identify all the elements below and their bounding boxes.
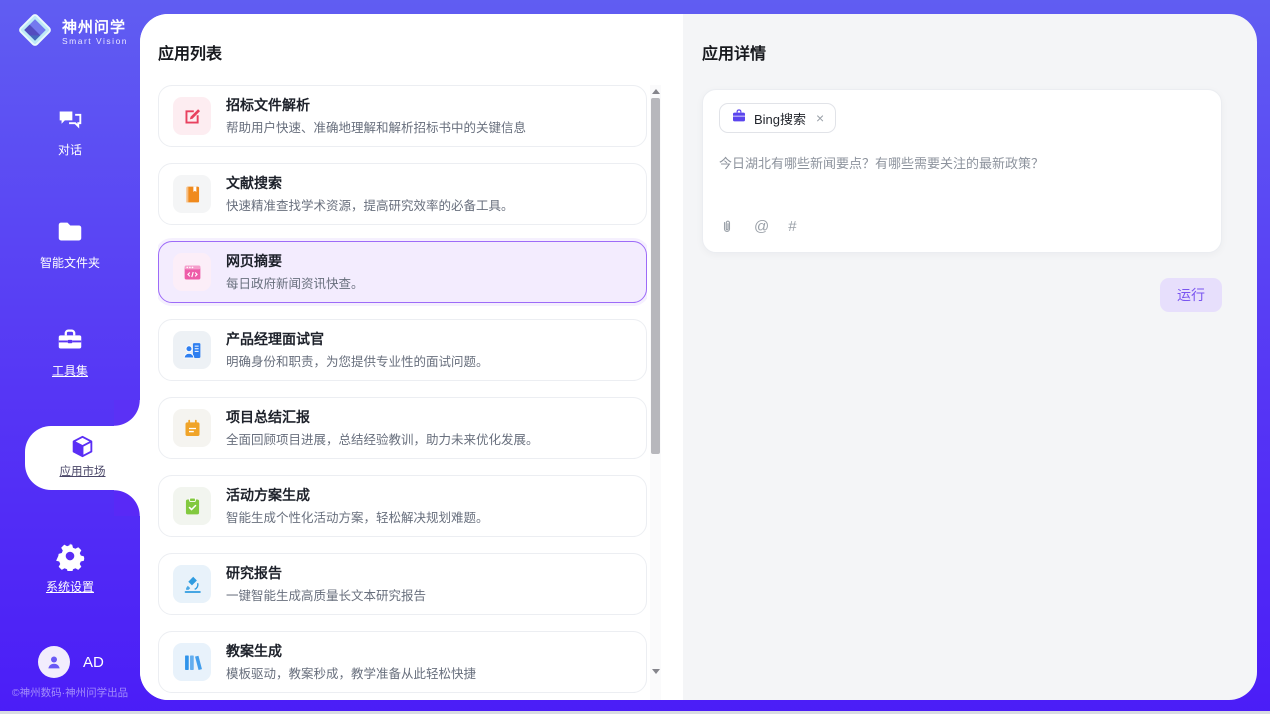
tool-tag-label: Bing搜索 — [754, 109, 806, 128]
sidebar-item-2[interactable]: 工具集 — [0, 324, 140, 379]
prompt-card: Bing搜索 × 今日湖北有哪些新闻要点？有哪些需要关注的最新政策？ @# — [702, 89, 1222, 253]
book-icon — [173, 175, 211, 213]
clipboard-icon — [173, 487, 211, 525]
sidebar-item-label: 应用市场 — [25, 463, 140, 479]
pen-icon — [173, 97, 211, 135]
research-icon — [173, 565, 211, 603]
app-card-3[interactable]: 产品经理面试官 明确身份和职责，为您提供专业性的面试问题。 — [158, 319, 647, 381]
app-list-title: 应用列表 — [158, 40, 683, 64]
app-description: 帮助用户快速、准确地理解和解析招标书中的关键信息 — [226, 117, 526, 136]
user-initials: AD — [83, 654, 104, 671]
app-description: 智能生成个性化活动方案，轻松解决规划难题。 — [226, 507, 489, 526]
interviewer-icon — [173, 331, 211, 369]
tool-tag-bing-search[interactable]: Bing搜索 × — [719, 103, 836, 133]
composer-toolbar: @# — [719, 218, 1205, 239]
sidebar-item-3[interactable]: 应用市场 — [25, 426, 140, 490]
scroll-up-arrow-icon[interactable] — [651, 87, 660, 96]
app-description: 全面回顾项目进展，总结经验教训，助力未来优化发展。 — [226, 429, 539, 448]
scrollbar-thumb[interactable] — [651, 98, 660, 454]
app-title: 项目总结汇报 — [226, 409, 539, 425]
sidebar-item-1[interactable]: 智能文件夹 — [0, 216, 140, 271]
run-row: 运行 — [702, 278, 1222, 312]
app-detail-panel: 应用详情 Bing搜索 × 今日湖北有哪些新闻要点？有哪些需要关注的最新政策？ … — [683, 14, 1257, 700]
app-list-panel: 应用列表 招标文件解析 帮助用户快速、准确地理解和解析招标书中的关键信息 文献搜… — [140, 14, 683, 700]
sidebar: 神州问学 Smart Vision 对话 智能文件夹 工具集 应用市场 系统设置… — [0, 0, 140, 711]
scrollbar[interactable] — [650, 85, 661, 700]
app-card-6[interactable]: 研究报告 一键智能生成高质量长文本研究报告 — [158, 553, 647, 615]
brand-logo: 神州问学 Smart Vision — [16, 11, 128, 54]
app-title: 研究报告 — [226, 565, 426, 581]
chat-icon — [0, 103, 140, 135]
books-icon — [173, 643, 211, 681]
app-card-7[interactable]: 教案生成 模板驱动，教案秒成，教学准备从此轻松快捷 — [158, 631, 647, 693]
sidebar-item-0[interactable]: 对话 — [0, 103, 140, 158]
mention-icon[interactable]: @ — [754, 218, 769, 235]
briefcase-icon — [731, 108, 747, 129]
scroll-down-arrow-icon[interactable] — [651, 667, 660, 676]
app-card-0[interactable]: 招标文件解析 帮助用户快速、准确地理解和解析招标书中的关键信息 — [158, 85, 647, 147]
brand-name: 神州问学 — [62, 19, 128, 36]
brand-subtitle: Smart Vision — [62, 36, 128, 46]
person-icon — [45, 653, 63, 671]
report-icon — [173, 409, 211, 447]
app-description: 模板驱动，教案秒成，教学准备从此轻松快捷 — [226, 663, 476, 682]
sidebar-item-label: 智能文件夹 — [0, 254, 140, 271]
sidebar-item-label: 系统设置 — [0, 578, 140, 595]
app-card-1[interactable]: 文献搜索 快速精准查找学术资源，提高研究效率的必备工具。 — [158, 163, 647, 225]
app-title: 文献搜索 — [226, 175, 514, 191]
avatar — [38, 646, 70, 678]
app-list: 招标文件解析 帮助用户快速、准确地理解和解析招标书中的关键信息 文献搜索 快速精… — [158, 85, 647, 700]
cube-icon — [25, 431, 140, 461]
app-title: 招标文件解析 — [226, 97, 526, 113]
app-description: 每日政府新闻资讯快查。 — [226, 273, 364, 292]
app-description: 明确身份和职责，为您提供专业性的面试问题。 — [226, 351, 489, 370]
query-text[interactable]: 今日湖北有哪些新闻要点？有哪些需要关注的最新政策？ — [719, 153, 1205, 172]
app-description: 快速精准查找学术资源，提高研究效率的必备工具。 — [226, 195, 514, 214]
toolbox-icon — [0, 324, 140, 356]
attach-icon[interactable] — [719, 219, 735, 235]
app-description: 一键智能生成高质量长文本研究报告 — [226, 585, 426, 604]
app-card-5[interactable]: 活动方案生成 智能生成个性化活动方案，轻松解决规划难题。 — [158, 475, 647, 537]
app-detail-title: 应用详情 — [702, 40, 1222, 64]
sidebar-item-label: 对话 — [0, 141, 140, 158]
app-title: 产品经理面试官 — [226, 331, 489, 347]
app-title: 活动方案生成 — [226, 487, 489, 503]
main-content: 应用列表 招标文件解析 帮助用户快速、准确地理解和解析招标书中的关键信息 文献搜… — [140, 14, 1257, 700]
folder-icon — [0, 216, 140, 248]
close-icon[interactable]: × — [816, 111, 824, 125]
app-title: 网页摘要 — [226, 253, 364, 269]
run-button[interactable]: 运行 — [1160, 278, 1222, 312]
app-card-4[interactable]: 项目总结汇报 全面回顾项目进展，总结经验教训，助力未来优化发展。 — [158, 397, 647, 459]
hash-icon[interactable]: # — [788, 218, 796, 235]
browser-icon — [173, 253, 211, 291]
app-card-2[interactable]: 网页摘要 每日政府新闻资讯快查。 — [158, 241, 647, 303]
user-profile[interactable]: AD — [38, 646, 104, 678]
sidebar-item-4[interactable]: 系统设置 — [0, 540, 140, 595]
diamond-logo-icon — [16, 11, 54, 54]
app-title: 教案生成 — [226, 643, 476, 659]
sidebar-item-label: 工具集 — [0, 362, 140, 379]
copyright-text: ©神州数码·神州问学出品 — [0, 685, 140, 700]
gear-icon — [0, 540, 140, 572]
